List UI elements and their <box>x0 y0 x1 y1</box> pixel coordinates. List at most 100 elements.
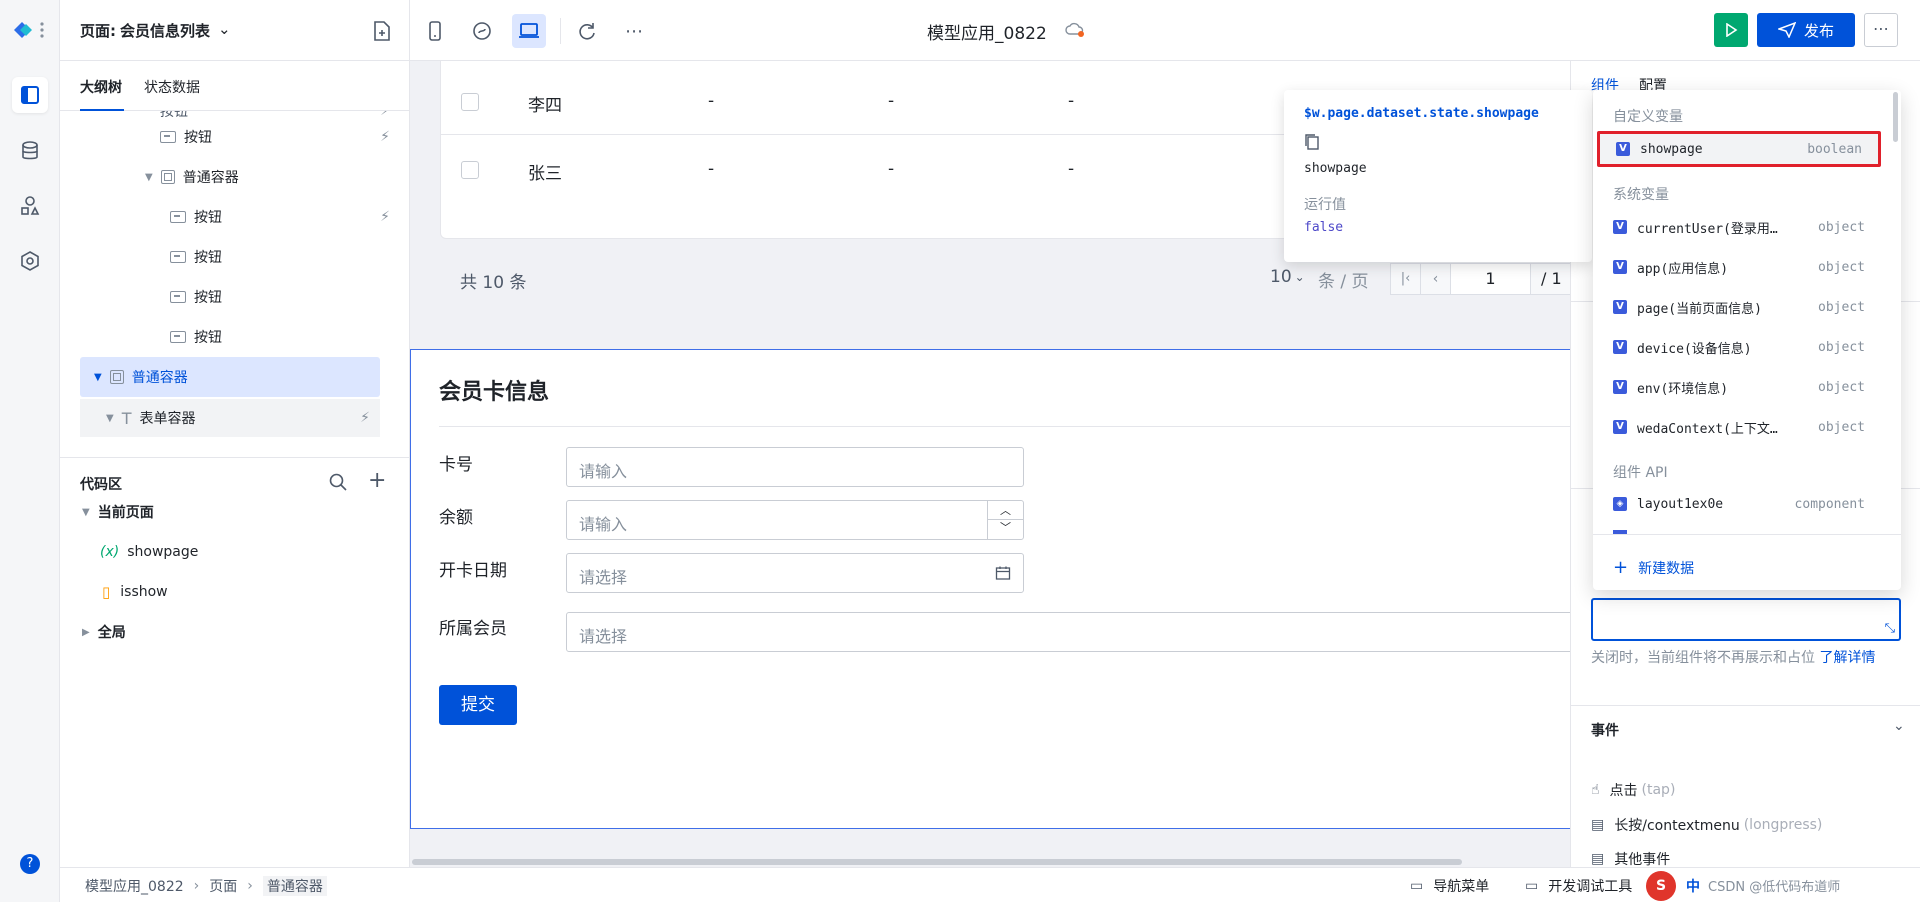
dropdown-item-showpage[interactable]: V showpage boolean <box>1597 131 1881 167</box>
learn-more-link[interactable]: 了解详情 <box>1819 650 1875 666</box>
outline-panel-icon[interactable] <box>12 77 48 113</box>
ime-language[interactable]: 中 <box>1686 876 1700 896</box>
horizontal-scrollbar[interactable] <box>412 859 1462 865</box>
tab-outline-tree[interactable]: 大纲树 <box>80 77 122 97</box>
button-component-icon <box>170 291 186 303</box>
page-size-select[interactable]: 10 ⌄ <box>1270 267 1305 287</box>
table-cell: 李四 <box>528 96 562 116</box>
add-page-icon[interactable] <box>372 20 392 42</box>
debug-tools-button[interactable]: ▭ 开发调试工具 <box>1525 876 1632 896</box>
event-tap[interactable]: ☝ 点击 (tap) <box>1591 775 1675 805</box>
balance-placeholder: 请输入 <box>579 515 628 534</box>
dropdown-item[interactable]: V wedaContext(上下文… object <box>1597 409 1881 445</box>
play-icon <box>1726 23 1738 37</box>
tree-item-label: 普通容器 <box>131 370 188 386</box>
tree-item-form-container[interactable]: ▼ T 表单容器 ⚡ <box>80 399 380 437</box>
copy-icon[interactable] <box>1304 133 1572 151</box>
form-container-member-card[interactable]: 会员卡信息 卡号 请输入 余额 请输入 ︿ ﹀ 开卡日期 请选择 所属会员 请选… <box>410 349 1570 829</box>
more-menu-button[interactable]: ⋯ <box>1864 13 1898 47</box>
search-icon[interactable] <box>328 472 348 492</box>
code-item-isshow[interactable]: ▯ isshow <box>102 574 168 610</box>
code-item-label: isshow <box>120 584 168 600</box>
submit-button[interactable]: 提交 <box>439 685 517 725</box>
breadcrumb-item[interactable]: 页面 <box>209 876 237 896</box>
tree-item-button[interactable]: 按钮 <box>170 279 400 315</box>
tree-item-container[interactable]: ▼ 普通容器 <box>145 159 400 195</box>
nav-menu-button[interactable]: ▭ 导航菜单 <box>1410 876 1489 896</box>
variable-type-icon: V <box>1613 260 1627 274</box>
add-icon[interactable]: + <box>368 468 386 493</box>
expression-input[interactable]: ⤡ <box>1591 598 1901 641</box>
settings-hexagon-icon[interactable] <box>12 243 48 279</box>
variable-type-icon: V <box>1613 300 1627 314</box>
card-no-input[interactable]: 请输入 <box>566 447 1024 487</box>
button-component-icon <box>160 131 176 143</box>
breadcrumb-item[interactable]: 普通容器 <box>262 876 327 896</box>
chevron-up-icon[interactable]: ︿ <box>988 501 1023 520</box>
dropdown-item-type: object <box>1818 379 1865 395</box>
dropdown-item-name: wedaContext(上下文… <box>1637 421 1778 437</box>
refresh-icon[interactable] <box>570 14 604 48</box>
prev-page-icon[interactable]: ‹ <box>1421 264 1451 294</box>
left-panel-tabs: 大纲树 状态数据 <box>60 61 409 111</box>
expand-icon[interactable]: ⤡ <box>1885 621 1895 636</box>
more-tools-icon[interactable]: ⋯ <box>617 14 651 48</box>
new-data-label: 新建数据 <box>1638 560 1695 577</box>
tree-item-button[interactable]: 按钮 ⚡ <box>160 119 400 155</box>
table-cell: - <box>888 91 895 111</box>
row-checkbox[interactable] <box>461 93 479 111</box>
tree-item-button[interactable]: 按钮 ⚡ <box>170 199 400 235</box>
breadcrumb-item[interactable]: 模型应用_0822 <box>85 876 184 896</box>
dropdown-item-type: object <box>1818 419 1865 435</box>
publish-label: 发布 <box>1803 21 1834 40</box>
code-group-current-page[interactable]: ▼ 当前页面 <box>82 494 154 530</box>
mobile-view-icon[interactable] <box>418 14 452 48</box>
balance-input[interactable]: 请输入 ︿ ﹀ <box>566 500 1024 540</box>
chevron-down-icon[interactable]: ⌄ <box>1893 718 1905 734</box>
page-selector[interactable]: 页面: 会员信息列表 ⌄ <box>80 20 231 41</box>
first-page-icon[interactable]: |‹ <box>1391 264 1421 294</box>
publish-button[interactable]: 发布 <box>1757 13 1855 47</box>
chevron-down-icon: ⌄ <box>1294 270 1305 284</box>
field-label-card-no: 卡号 <box>439 455 473 475</box>
variable-type-icon: V <box>1616 142 1630 156</box>
page-number-input[interactable]: 1 <box>1451 264 1531 294</box>
member-select[interactable]: 请选择 <box>566 612 1570 652</box>
dropdown-item[interactable]: ◈ layout1ex0e component <box>1597 486 1881 522</box>
dropdown-item[interactable]: V currentUser(登录用… object <box>1597 209 1881 245</box>
calendar-icon <box>995 566 1011 580</box>
field-label-member: 所属会员 <box>439 619 507 639</box>
run-preview-button[interactable] <box>1714 13 1748 47</box>
help-icon[interactable]: ? <box>20 854 40 874</box>
new-data-button[interactable]: + 新建数据 <box>1613 557 1694 578</box>
app-logo-icon[interactable] <box>10 18 50 42</box>
quantity-stepper[interactable]: ︿ ﹀ <box>987 501 1023 539</box>
dropdown-item[interactable]: V page(当前页面信息) object <box>1597 289 1881 325</box>
dropdown-item[interactable]: V app(应用信息) object <box>1597 249 1881 285</box>
dropdown-item[interactable]: V device(设备信息) object <box>1597 329 1881 365</box>
caret-down-icon: ▼ <box>145 171 153 183</box>
chevron-down-icon[interactable]: ﹀ <box>988 520 1023 538</box>
event-code: (tap) <box>1641 782 1676 798</box>
container-component-icon <box>109 370 124 384</box>
event-bolt-icon: ⚡ <box>360 410 370 426</box>
open-date-picker[interactable]: 请选择 <box>566 553 1024 593</box>
ime-toolbar[interactable]: S 中 CSDN @低代码布道师 <box>1640 868 1920 902</box>
dropdown-item-type: object <box>1818 339 1865 355</box>
database-icon[interactable] <box>12 133 48 169</box>
tree-item-container-selected[interactable]: ▼ 普通容器 <box>80 357 380 397</box>
code-group-global[interactable]: ▶ 全局 <box>82 614 126 650</box>
row-checkbox[interactable] <box>461 161 479 179</box>
tree-item-button[interactable]: 按钮 <box>170 239 400 275</box>
code-item-showpage[interactable]: (x) showpage <box>100 534 198 570</box>
tab-state-data[interactable]: 状态数据 <box>144 77 200 97</box>
container-component-icon <box>160 170 175 184</box>
dropdown-scrollbar[interactable] <box>1893 92 1898 142</box>
dropdown-item[interactable]: V env(环境信息) object <box>1597 369 1881 405</box>
tree-item-button[interactable]: 按钮 <box>170 319 400 355</box>
mini-program-view-icon[interactable] <box>465 14 499 48</box>
event-longpress[interactable]: ▤ 长按/contextmenu (longpress) <box>1591 810 1822 840</box>
desktop-view-icon[interactable] <box>512 14 546 48</box>
menu-panel-icon: ▭ <box>1410 878 1424 894</box>
components-icon[interactable] <box>12 188 48 224</box>
